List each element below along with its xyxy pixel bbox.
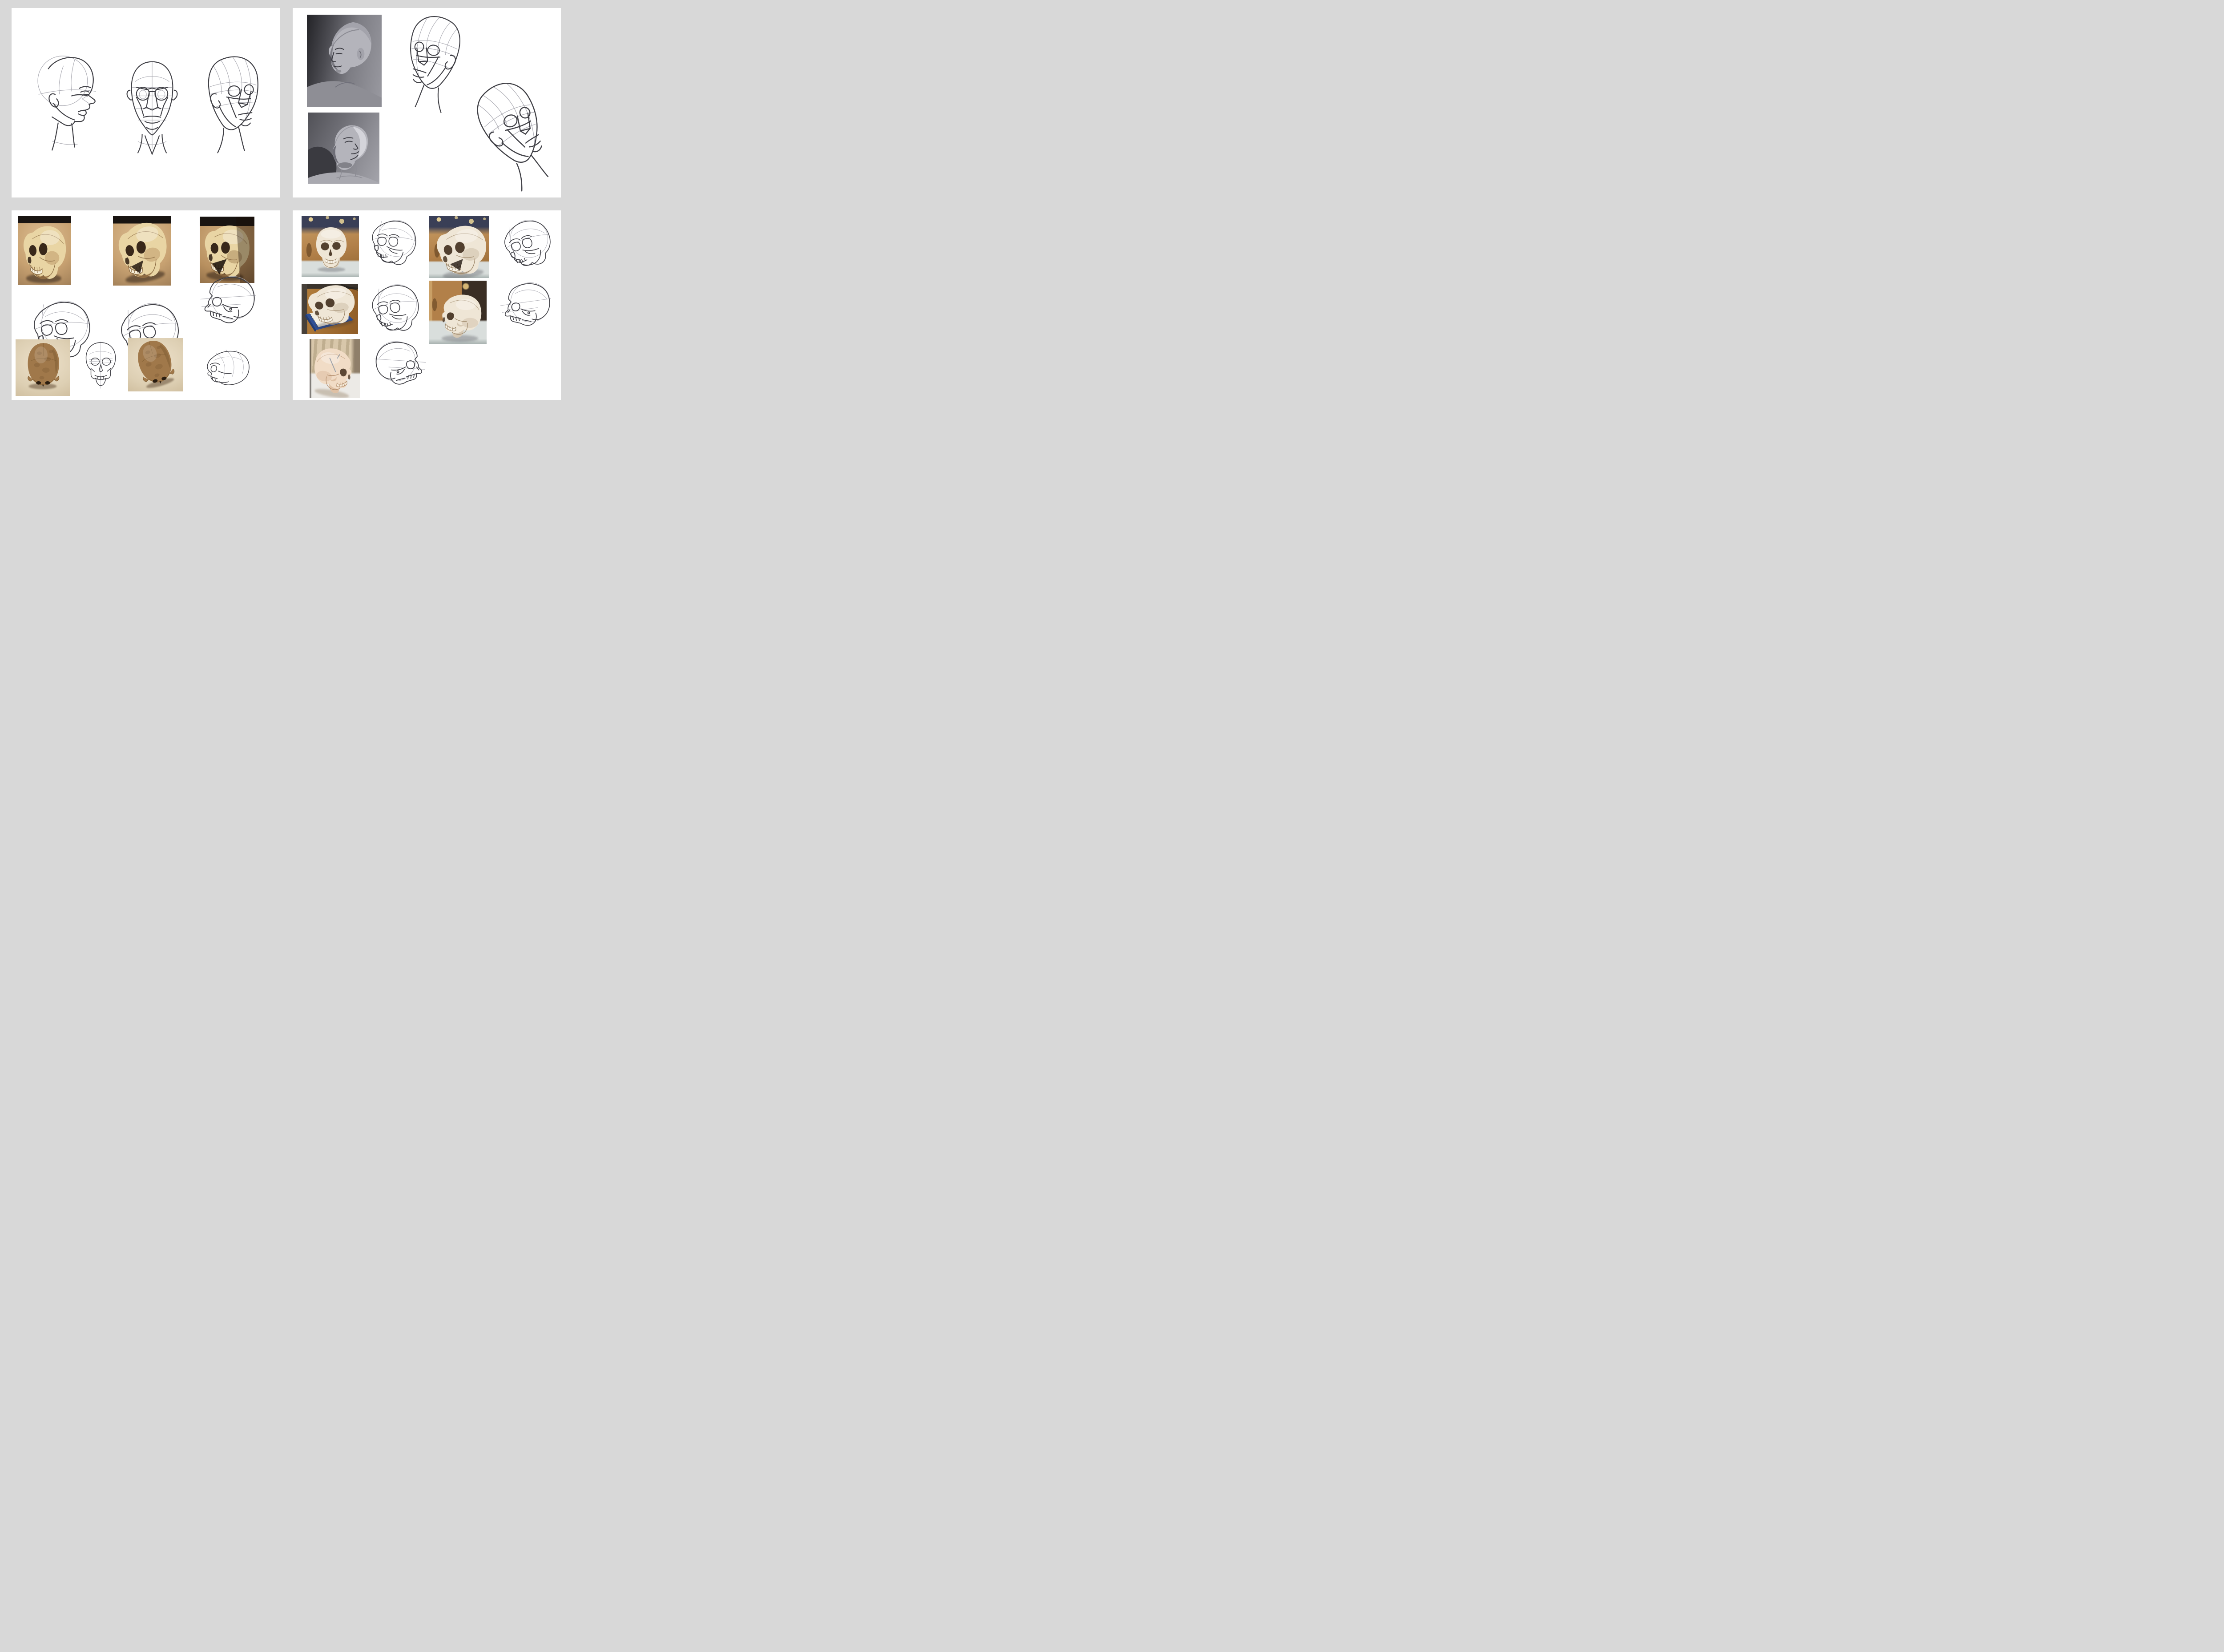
photo-brown-skull-back xyxy=(128,338,183,391)
sketch-graphic xyxy=(367,337,435,395)
photo-graphic xyxy=(429,281,487,344)
photo-graphic xyxy=(307,15,382,107)
sketch-planar-head-front xyxy=(117,44,188,168)
sketch-skull-profile-right xyxy=(367,337,435,395)
photo-graphic xyxy=(128,338,183,391)
photo-model-skull-profile xyxy=(429,281,487,344)
sketch-skull-front xyxy=(79,338,123,395)
photo-head-looking-up xyxy=(308,113,379,184)
sketch-graphic xyxy=(194,42,268,164)
photo-ivory-skull-jaw-open xyxy=(113,216,171,286)
sketch-skull-three-quarter-2 xyxy=(363,282,425,338)
photo-model-skull-side-open xyxy=(429,216,489,278)
sketch-graphic xyxy=(489,211,564,280)
sketch-graphic xyxy=(79,338,123,395)
sketch-graphic xyxy=(361,214,423,273)
photo-graphic xyxy=(16,339,70,396)
board-planar-heads xyxy=(12,8,280,197)
sketch-head-tilted-up xyxy=(467,77,559,192)
sketch-graphic xyxy=(447,63,576,206)
sketch-graphic xyxy=(360,278,428,341)
photo-graphic xyxy=(113,216,171,286)
sketch-graphic xyxy=(490,276,560,338)
sketch-skull-tilted xyxy=(495,218,558,273)
photo-graphic xyxy=(310,339,360,398)
sketch-skull-profile-2 xyxy=(492,278,558,336)
photo-graphic xyxy=(308,113,379,184)
photo-ivory-skull-three-quarter xyxy=(18,216,71,285)
photo-pink-skull-profile xyxy=(310,339,360,398)
sketch-graphic xyxy=(117,44,188,168)
board-head-references xyxy=(293,8,561,197)
photo-model-skull-front xyxy=(302,216,359,277)
photo-brown-skull-top xyxy=(16,339,70,396)
study-collage-page xyxy=(0,0,576,413)
board-skull-studies-warm xyxy=(12,210,280,400)
photo-graphic xyxy=(18,216,71,285)
photo-head-looking-down xyxy=(307,15,382,107)
sketch-graphic xyxy=(195,266,258,340)
sketch-skull-back-three-quarter xyxy=(197,340,252,396)
sketch-graphic xyxy=(20,51,114,156)
photo-graphic xyxy=(302,284,358,334)
board-skull-studies-room xyxy=(293,210,561,400)
sketch-graphic xyxy=(197,340,252,396)
photo-graphic xyxy=(302,216,359,277)
sketch-planar-head-three-quarter xyxy=(194,42,268,164)
sketch-planar-head-profile xyxy=(20,51,114,156)
photo-model-skull-on-book xyxy=(302,284,358,334)
sketch-skull-profile xyxy=(195,266,258,340)
sketch-skull-front-three-quarter xyxy=(363,217,421,270)
photo-graphic xyxy=(429,216,489,278)
